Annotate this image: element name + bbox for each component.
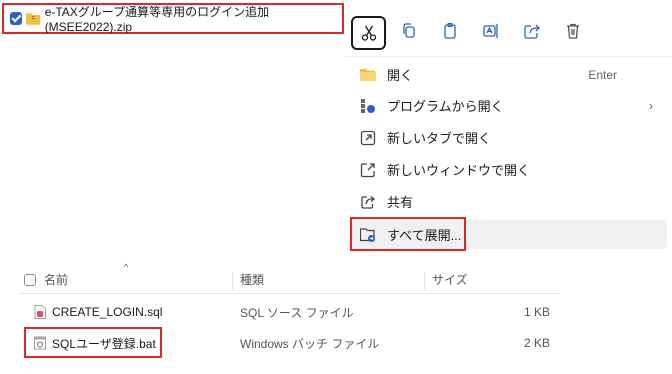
select-all-checkbox[interactable] xyxy=(24,273,36,286)
rename-button[interactable] xyxy=(476,16,506,46)
shortcut-label: Enter xyxy=(588,67,617,82)
column-divider[interactable] xyxy=(232,272,233,290)
context-menu-toolbar xyxy=(345,6,672,54)
sql-file-icon xyxy=(34,305,46,319)
rename-icon xyxy=(483,24,498,38)
delete-button[interactable] xyxy=(558,16,588,46)
menu-item-label: 開く xyxy=(387,68,414,83)
file-size: 1 KB xyxy=(523,305,550,319)
menu-item-label: 共有 xyxy=(387,195,414,210)
menu-item-label: 新しいタブで開く xyxy=(387,131,492,146)
menu-item-extract-all[interactable]: すべて展開... xyxy=(349,220,667,249)
menu-item-open[interactable]: 開く Enter xyxy=(349,60,667,89)
column-header-size[interactable]: サイズ xyxy=(432,271,468,288)
file-list-header: 名前 種類 サイズ xyxy=(20,266,560,294)
zip-file-name: e-TAXグループ通算等専用のログイン追加(MSEE2022).zip xyxy=(44,5,270,34)
menu-item-open-new-tab[interactable]: 新しいタブで開く xyxy=(349,123,667,152)
selected-zip-row[interactable]: e-TAXグループ通算等専用のログイン追加(MSEE2022).zip xyxy=(2,3,344,34)
copy-icon xyxy=(403,23,415,38)
menu-divider xyxy=(345,56,672,57)
paste-button[interactable] xyxy=(435,16,465,46)
menu-item-label: 新しいウィンドウで開く xyxy=(387,163,531,178)
trash-icon xyxy=(567,23,579,39)
table-row[interactable]: CREATE_LOGIN.sql SQL ソース ファイル 1 KB xyxy=(20,297,560,327)
file-type: Windows バッチ ファイル xyxy=(240,336,380,351)
share-button[interactable] xyxy=(517,16,547,46)
menu-item-label: すべて展開... xyxy=(387,228,462,243)
chevron-right-icon: › xyxy=(649,98,653,113)
checkbox-checked-icon[interactable] xyxy=(10,12,23,25)
file-name: CREATE_LOGIN.sql xyxy=(52,305,163,319)
new-window-icon xyxy=(359,161,377,179)
clipboard-icon xyxy=(444,22,456,39)
cut-button[interactable] xyxy=(351,16,386,50)
batch-file-icon xyxy=(34,336,46,350)
file-name: SQLユーザ登録.bat xyxy=(52,336,156,351)
share-icon xyxy=(359,193,377,211)
column-header-type[interactable]: 種類 xyxy=(240,271,264,288)
folder-open-icon xyxy=(359,66,377,84)
menu-item-open-with[interactable]: プログラムから開く › xyxy=(349,91,667,120)
scissors-icon xyxy=(361,25,376,41)
copy-button[interactable] xyxy=(394,16,424,46)
context-menu: 開く Enter プログラムから開く › 新しいタブで開く 新しいウィンドウで開… xyxy=(345,6,672,264)
column-divider[interactable] xyxy=(424,272,425,290)
file-size: 2 KB xyxy=(523,336,550,350)
menu-item-label: プログラムから開く xyxy=(387,99,504,114)
zip-folder-icon xyxy=(26,12,41,25)
file-type: SQL ソース ファイル xyxy=(240,305,354,320)
column-header-name[interactable]: 名前 xyxy=(44,271,68,288)
menu-item-share[interactable]: 共有 xyxy=(349,187,667,216)
new-tab-icon xyxy=(359,129,377,147)
extract-folder-icon xyxy=(359,226,377,244)
open-with-icon xyxy=(359,97,377,115)
share-icon xyxy=(524,24,540,39)
menu-item-open-new-window[interactable]: 新しいウィンドウで開く xyxy=(349,155,667,184)
table-row[interactable]: SQLユーザ登録.bat Windows バッチ ファイル 2 KB xyxy=(20,328,560,358)
